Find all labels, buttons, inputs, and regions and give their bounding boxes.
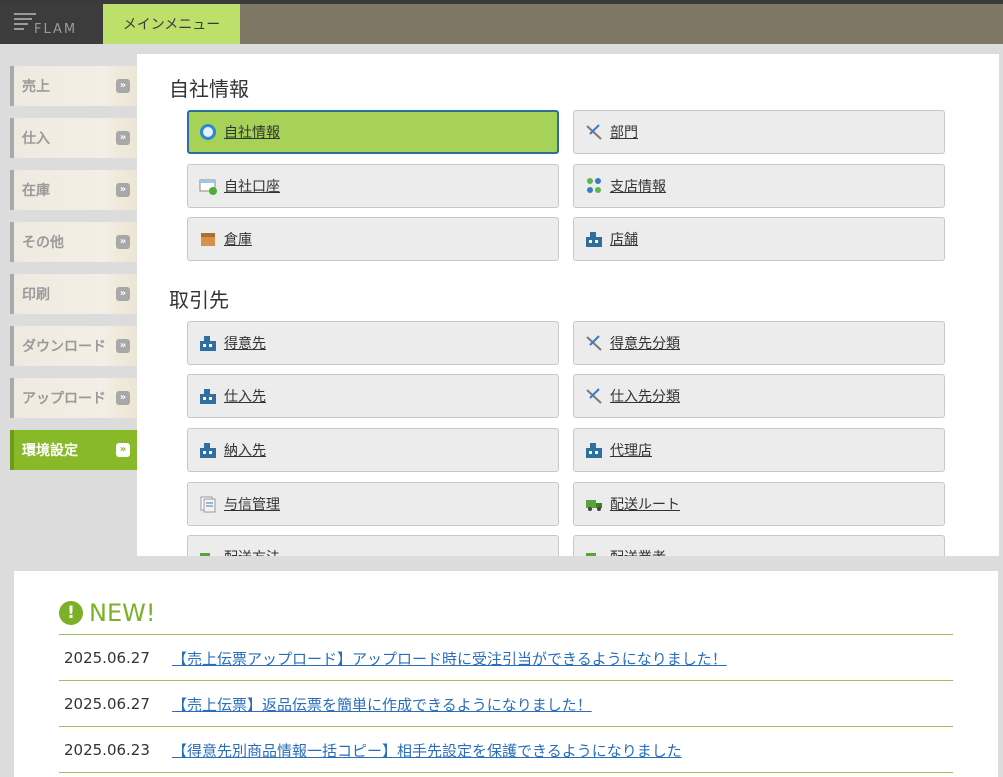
news-link[interactable]: 【売上伝票】返品伝票を簡単に作成できるようになりました！: [172, 694, 592, 715]
sidebar-item-sales[interactable]: 売上 »: [10, 66, 137, 106]
news-item: 2025.06.23 【得意先別商品情報一括コピー】相手先設定を保護できるように…: [59, 727, 953, 773]
chevron-right-icon: »: [116, 339, 130, 353]
sidebar-item-label: 印刷: [22, 287, 50, 303]
sidebar-item-label: 在庫: [22, 183, 50, 199]
agency-button[interactable]: 代理店: [573, 428, 945, 472]
divider: [59, 772, 953, 773]
tools-icon: [585, 334, 603, 352]
sidebar-item-purchase[interactable]: 仕入 »: [10, 118, 137, 158]
tools-icon: [585, 387, 603, 405]
button-label: 仕入先: [224, 389, 266, 405]
button-label: 倉庫: [224, 232, 252, 248]
branch-icon: [585, 177, 603, 195]
news-item: 2025.06.27 【売上伝票アップロード】アップロード時に受注引当ができるよ…: [59, 635, 953, 681]
sidebar-item-settings[interactable]: 環境設定 »: [10, 430, 137, 470]
supplier-button[interactable]: 仕入先: [187, 374, 559, 418]
news-item: 2025.06.27 【売上伝票】返品伝票を簡単に作成できるようになりました！: [59, 681, 953, 727]
company-account-button[interactable]: 自社口座: [187, 164, 559, 208]
button-label: 配送方法: [224, 547, 280, 556]
sidebar-item-label: 環境設定: [22, 443, 78, 459]
delivery-method-button[interactable]: 配送方法: [187, 535, 559, 556]
app-logo[interactable]: FLAM: [0, 4, 103, 44]
chevron-right-icon: »: [116, 287, 130, 301]
supplier-category-button[interactable]: 仕入先分類: [573, 374, 945, 418]
news-title: NEW!: [89, 599, 156, 627]
building-icon: [585, 230, 603, 248]
section-title-company: 自社情報: [169, 77, 249, 101]
button-label: 支店情報: [610, 179, 666, 195]
section-title-partners: 取引先: [169, 288, 229, 312]
chevron-right-icon: »: [116, 235, 130, 249]
building-icon: [585, 441, 603, 459]
button-label: 配送ルート: [610, 497, 680, 513]
delivery-destination-button[interactable]: 納入先: [187, 428, 559, 472]
account-card-icon: [199, 177, 217, 195]
news-date: 2025.06.23: [64, 741, 150, 759]
sidebar-item-inventory[interactable]: 在庫 »: [10, 170, 137, 210]
warehouse-button[interactable]: 倉庫: [187, 217, 559, 261]
button-label: 得意先分類: [610, 336, 680, 352]
button-label: 仕入先分類: [610, 389, 680, 405]
button-label: 配送業者: [610, 547, 666, 556]
customer-button[interactable]: 得意先: [187, 321, 559, 365]
building-icon: [199, 387, 217, 405]
box-icon: [199, 230, 217, 248]
chevron-right-icon: »: [116, 391, 130, 405]
exclamation-icon: !: [59, 601, 83, 625]
building-icon: [199, 441, 217, 459]
sidebar: 売上 » 仕入 » 在庫 » その他 » 印刷 » ダウンロード » アップロード » 環境設…: [10, 66, 137, 482]
button-label: 得意先: [224, 336, 266, 352]
branch-info-button[interactable]: 支店情報: [573, 164, 945, 208]
news-panel: ! NEW! 2025.06.27 【売上伝票アップロード】アップロード時に受注…: [14, 571, 998, 777]
department-button[interactable]: 部門: [573, 110, 945, 154]
sidebar-item-print[interactable]: 印刷 »: [10, 274, 137, 314]
sidebar-item-upload[interactable]: アップロード »: [10, 378, 137, 418]
documents-icon: [199, 495, 217, 513]
logo-text: FLAM: [34, 22, 78, 37]
button-label: 自社口座: [224, 179, 280, 195]
button-label: 納入先: [224, 443, 266, 459]
news-date: 2025.06.27: [64, 649, 150, 667]
button-label: 与信管理: [224, 497, 280, 513]
sidebar-item-label: アップロード: [22, 391, 106, 407]
button-label: 自社情報: [224, 125, 280, 141]
delivery-route-button[interactable]: 配送ルート: [573, 482, 945, 526]
chevron-right-icon: »: [116, 183, 130, 197]
building-icon: [199, 334, 217, 352]
chevron-right-icon: »: [116, 79, 130, 93]
top-bar: FLAM メインメニュー: [0, 0, 1003, 44]
news-header: ! NEW!: [59, 599, 155, 627]
main-panel: 自社情報 自社情報 部門 自社口座 支店情報 倉庫 店舗 取引先 得意先 得意先…: [137, 54, 999, 556]
sidebar-item-label: 仕入: [22, 131, 50, 147]
news-date: 2025.06.27: [64, 695, 150, 713]
company-info-button[interactable]: 自社情報: [187, 110, 559, 154]
sidebar-item-other[interactable]: その他 »: [10, 222, 137, 262]
button-label: 店舗: [610, 232, 638, 248]
chevron-right-icon: »: [116, 443, 130, 457]
delivery-carrier-button[interactable]: 配送業者: [573, 535, 945, 556]
truck-icon: [585, 548, 603, 556]
news-link[interactable]: 【得意先別商品情報一括コピー】相手先設定を保護できるようになりました: [172, 740, 682, 761]
news-link[interactable]: 【売上伝票アップロード】アップロード時に受注引当ができるようになりました！: [172, 648, 727, 669]
truck-icon: [199, 548, 217, 556]
credit-management-button[interactable]: 与信管理: [187, 482, 559, 526]
globe-icon: [199, 123, 217, 141]
sidebar-item-label: その他: [22, 235, 64, 251]
customer-category-button[interactable]: 得意先分類: [573, 321, 945, 365]
store-button[interactable]: 店舗: [573, 217, 945, 261]
sidebar-item-label: 売上: [22, 79, 50, 95]
tools-icon: [585, 123, 603, 141]
button-label: 部門: [610, 125, 638, 141]
chevron-right-icon: »: [116, 131, 130, 145]
button-label: 代理店: [610, 443, 652, 459]
sidebar-item-label: ダウンロード: [22, 339, 106, 355]
tab-main-menu[interactable]: メインメニュー: [103, 4, 240, 44]
truck-icon: [585, 495, 603, 513]
sidebar-item-download[interactable]: ダウンロード »: [10, 326, 137, 366]
